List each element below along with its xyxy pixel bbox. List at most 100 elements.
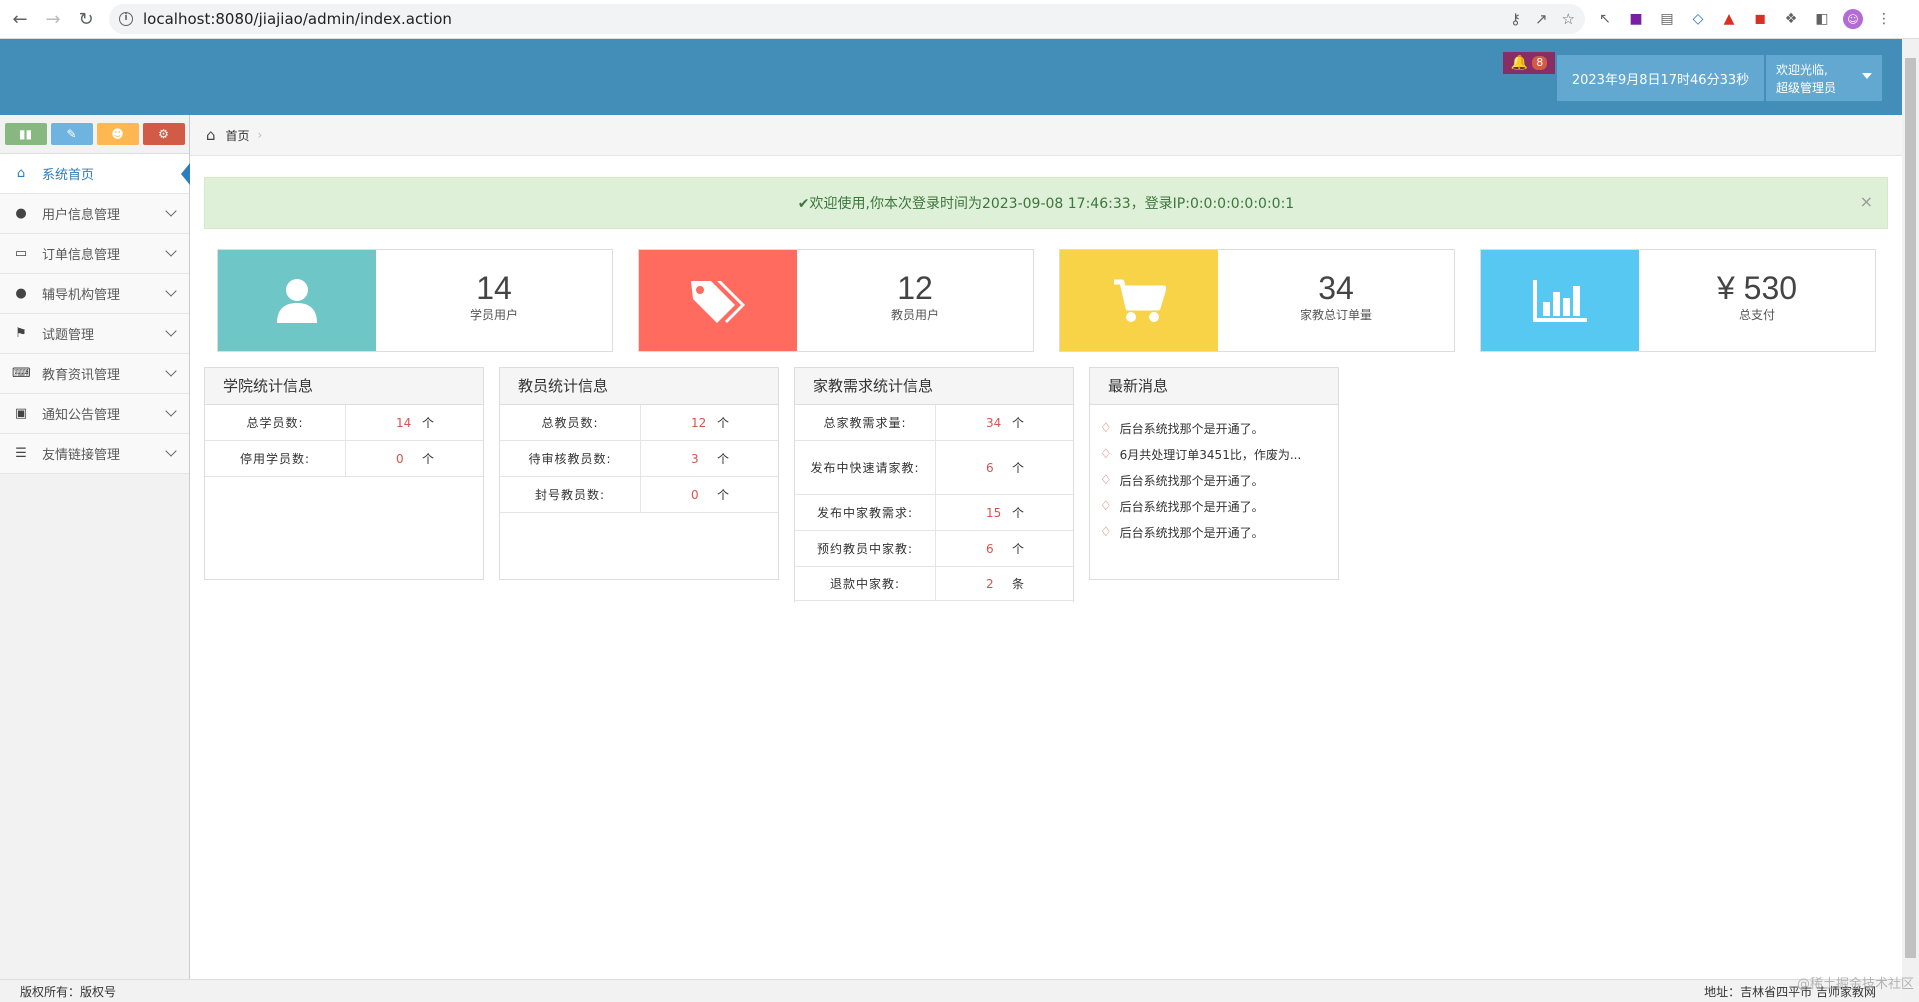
- stat-value: 12: [897, 270, 933, 306]
- close-icon[interactable]: ×: [1860, 192, 1873, 211]
- teacher-stats-panel: 教员统计信息 总教员数: 12 个 待审核教员数: 3 个 封号教员数: 0 个: [499, 367, 779, 580]
- sidebar-item-label: 用户信息管理: [42, 208, 121, 223]
- sidebar-item-user-info[interactable]: ● 用户信息管理: [0, 194, 189, 234]
- rp-extension-icon[interactable]: ■: [1626, 9, 1646, 29]
- address-bar[interactable]: i localhost:8080/jiajiao/admin/index.act…: [109, 4, 1585, 34]
- chevron-down-icon: [165, 285, 177, 297]
- info-icon[interactable]: i: [119, 12, 133, 26]
- table-row: 待审核教员数: 3 个: [500, 441, 778, 477]
- sidepanel-icon[interactable]: ◧: [1812, 9, 1832, 29]
- table-row: 发布中快速请家教: 6 个: [795, 441, 1073, 495]
- list-item[interactable]: ♢ 后台系统找那个是开通了。: [1090, 519, 1338, 545]
- stat-label: 学员用户: [469, 308, 518, 322]
- sidebar-item-questions[interactable]: ⚑ 试题管理: [0, 314, 189, 354]
- url-text[interactable]: localhost:8080/jiajiao/admin/index.actio…: [143, 10, 452, 28]
- key-icon[interactable]: ⚷: [1510, 10, 1521, 28]
- page-scrollbar[interactable]: [1902, 39, 1919, 1002]
- row-value: 0: [396, 451, 404, 466]
- sidebar-item-institutions[interactable]: ● 辅导机构管理: [0, 274, 189, 314]
- list-item[interactable]: ♢ 后台系统找那个是开通了。: [1090, 493, 1338, 519]
- stat-label: 总支付: [1738, 308, 1775, 322]
- stat-label: 家教总订单量: [1299, 308, 1372, 322]
- user-role: 超级管理员: [1776, 81, 1837, 95]
- row-unit: 个: [717, 416, 730, 430]
- row-unit: 个: [717, 452, 730, 466]
- row-value: 6: [986, 460, 994, 475]
- bell-icon: ♢: [1100, 446, 1112, 462]
- sidebar-item-links[interactable]: ☰ 友情链接管理: [0, 434, 189, 474]
- welcome-alert: ✔欢迎使用,你本次登录时间为2023-09-08 17:46:33，登录IP:0…: [204, 177, 1888, 229]
- row-label: 总学员数:: [205, 405, 346, 440]
- sidebar-item-label: 系统首页: [42, 168, 95, 183]
- row-label: 封号教员数:: [500, 477, 641, 512]
- bell-icon: ♢: [1100, 472, 1112, 488]
- news-text[interactable]: 后台系统找那个是开通了。: [1120, 420, 1264, 437]
- news-text[interactable]: 后台系统找那个是开通了。: [1120, 498, 1264, 515]
- user-menu[interactable]: 欢迎光临, 超级管理员: [1766, 55, 1882, 101]
- row-unit: 个: [1012, 416, 1025, 430]
- browser-toolbar: ← → ↻ i localhost:8080/jiajiao/admin/ind…: [0, 0, 1919, 39]
- welcome-text: 欢迎光临,: [1776, 63, 1828, 77]
- signal-shortcut-icon[interactable]: ▮▮: [4, 123, 47, 145]
- scrollbar-thumb[interactable]: [1905, 58, 1916, 958]
- ublock-extension-icon[interactable]: ◼: [1750, 9, 1770, 29]
- bar-chart-icon: [1481, 250, 1639, 351]
- row-unit: 条: [1012, 577, 1025, 591]
- notifications-button[interactable]: 🔔 8: [1503, 52, 1555, 74]
- college-stats-panel: 学院统计信息 总学员数: 14 个 停用学员数: 0 个: [204, 367, 484, 580]
- list-item[interactable]: ♢ 后台系统找那个是开通了。: [1090, 467, 1338, 493]
- flame-extension-icon[interactable]: ▲: [1719, 9, 1739, 29]
- table-row: 退款中家教: 2 条: [795, 567, 1073, 601]
- sidebar-item-home[interactable]: ⌂ 系统首页: [0, 154, 190, 194]
- cursor-extension-icon[interactable]: ↖: [1595, 9, 1615, 29]
- bookmark-star-icon[interactable]: ☆: [1562, 10, 1575, 28]
- more-menu-icon[interactable]: ⋮: [1874, 9, 1894, 29]
- list-item[interactable]: ♢ 后台系统找那个是开通了。: [1090, 415, 1338, 441]
- sidebar-item-orders[interactable]: ▭ 订单信息管理: [0, 234, 189, 274]
- pencil-shortcut-icon[interactable]: ✎: [50, 123, 93, 145]
- reload-icon[interactable]: ↻: [73, 6, 99, 32]
- news-text[interactable]: 6月共处理订单3451比，作废为...: [1120, 446, 1302, 463]
- row-unit: 个: [422, 416, 435, 430]
- sidebar-item-label: 通知公告管理: [42, 408, 121, 423]
- home-icon: ⌂: [206, 126, 216, 144]
- sidebar-item-notices[interactable]: ▣ 通知公告管理: [0, 394, 189, 434]
- stat-label: 教员用户: [890, 308, 939, 322]
- forward-icon[interactable]: →: [40, 6, 66, 32]
- row-label: 发布中家教需求:: [795, 495, 936, 530]
- list-item[interactable]: ♢ 6月共处理订单3451比，作废为...: [1090, 441, 1338, 467]
- sidebar-item-news[interactable]: ⌨ 教育资讯管理: [0, 354, 189, 394]
- stat-value: 14: [476, 270, 512, 306]
- sidebar: ▮▮ ✎ ☻ ⚙ ⌂ 系统首页 ● 用户信息管理 ▭ 订单信息管理 ● 辅导机构…: [0, 115, 190, 979]
- row-unit: 个: [717, 488, 730, 502]
- chevron-down-icon: [165, 325, 177, 337]
- news-text[interactable]: 后台系统找那个是开通了。: [1120, 472, 1264, 489]
- breadcrumb-separator-icon: ›: [257, 128, 263, 142]
- news-text[interactable]: 后台系统找那个是开通了。: [1120, 524, 1264, 541]
- bell-icon: 🔔: [1510, 55, 1529, 71]
- row-label: 退款中家教:: [795, 567, 936, 600]
- row-value: 14: [396, 415, 412, 430]
- stat-card-payment: ¥ 530 总支付: [1480, 249, 1876, 352]
- panel-title: 家教需求统计信息: [795, 368, 1073, 405]
- row-value: 6: [986, 541, 994, 556]
- breadcrumb-home[interactable]: 首页: [226, 127, 250, 144]
- row-label: 待审核教员数:: [500, 441, 641, 476]
- copyright-text: 版权所有：版权号: [20, 985, 117, 999]
- row-unit: 个: [1012, 461, 1025, 475]
- store-extension-icon[interactable]: ▤: [1657, 9, 1677, 29]
- back-icon[interactable]: ←: [7, 6, 33, 32]
- user-icon: ●: [15, 286, 27, 301]
- puzzle-extensions-icon[interactable]: ❖: [1781, 9, 1801, 29]
- cogs-shortcut-icon[interactable]: ⚙: [142, 123, 185, 145]
- stat-card-students: 14 学员用户: [217, 249, 613, 352]
- stat-card-teachers: 12 教员用户: [638, 249, 1034, 352]
- group-shortcut-icon[interactable]: ☻: [96, 123, 139, 145]
- table-row: 总学员数: 14 个: [205, 405, 483, 441]
- watermark-text: @稀土掘金技术社区: [1796, 977, 1914, 992]
- profile-avatar-icon[interactable]: ☺: [1843, 9, 1863, 29]
- share-icon[interactable]: ↗: [1535, 10, 1548, 28]
- chevron-down-icon: [165, 245, 177, 257]
- row-label: 预约教员中家教:: [795, 531, 936, 566]
- layers-extension-icon[interactable]: ◇: [1688, 9, 1708, 29]
